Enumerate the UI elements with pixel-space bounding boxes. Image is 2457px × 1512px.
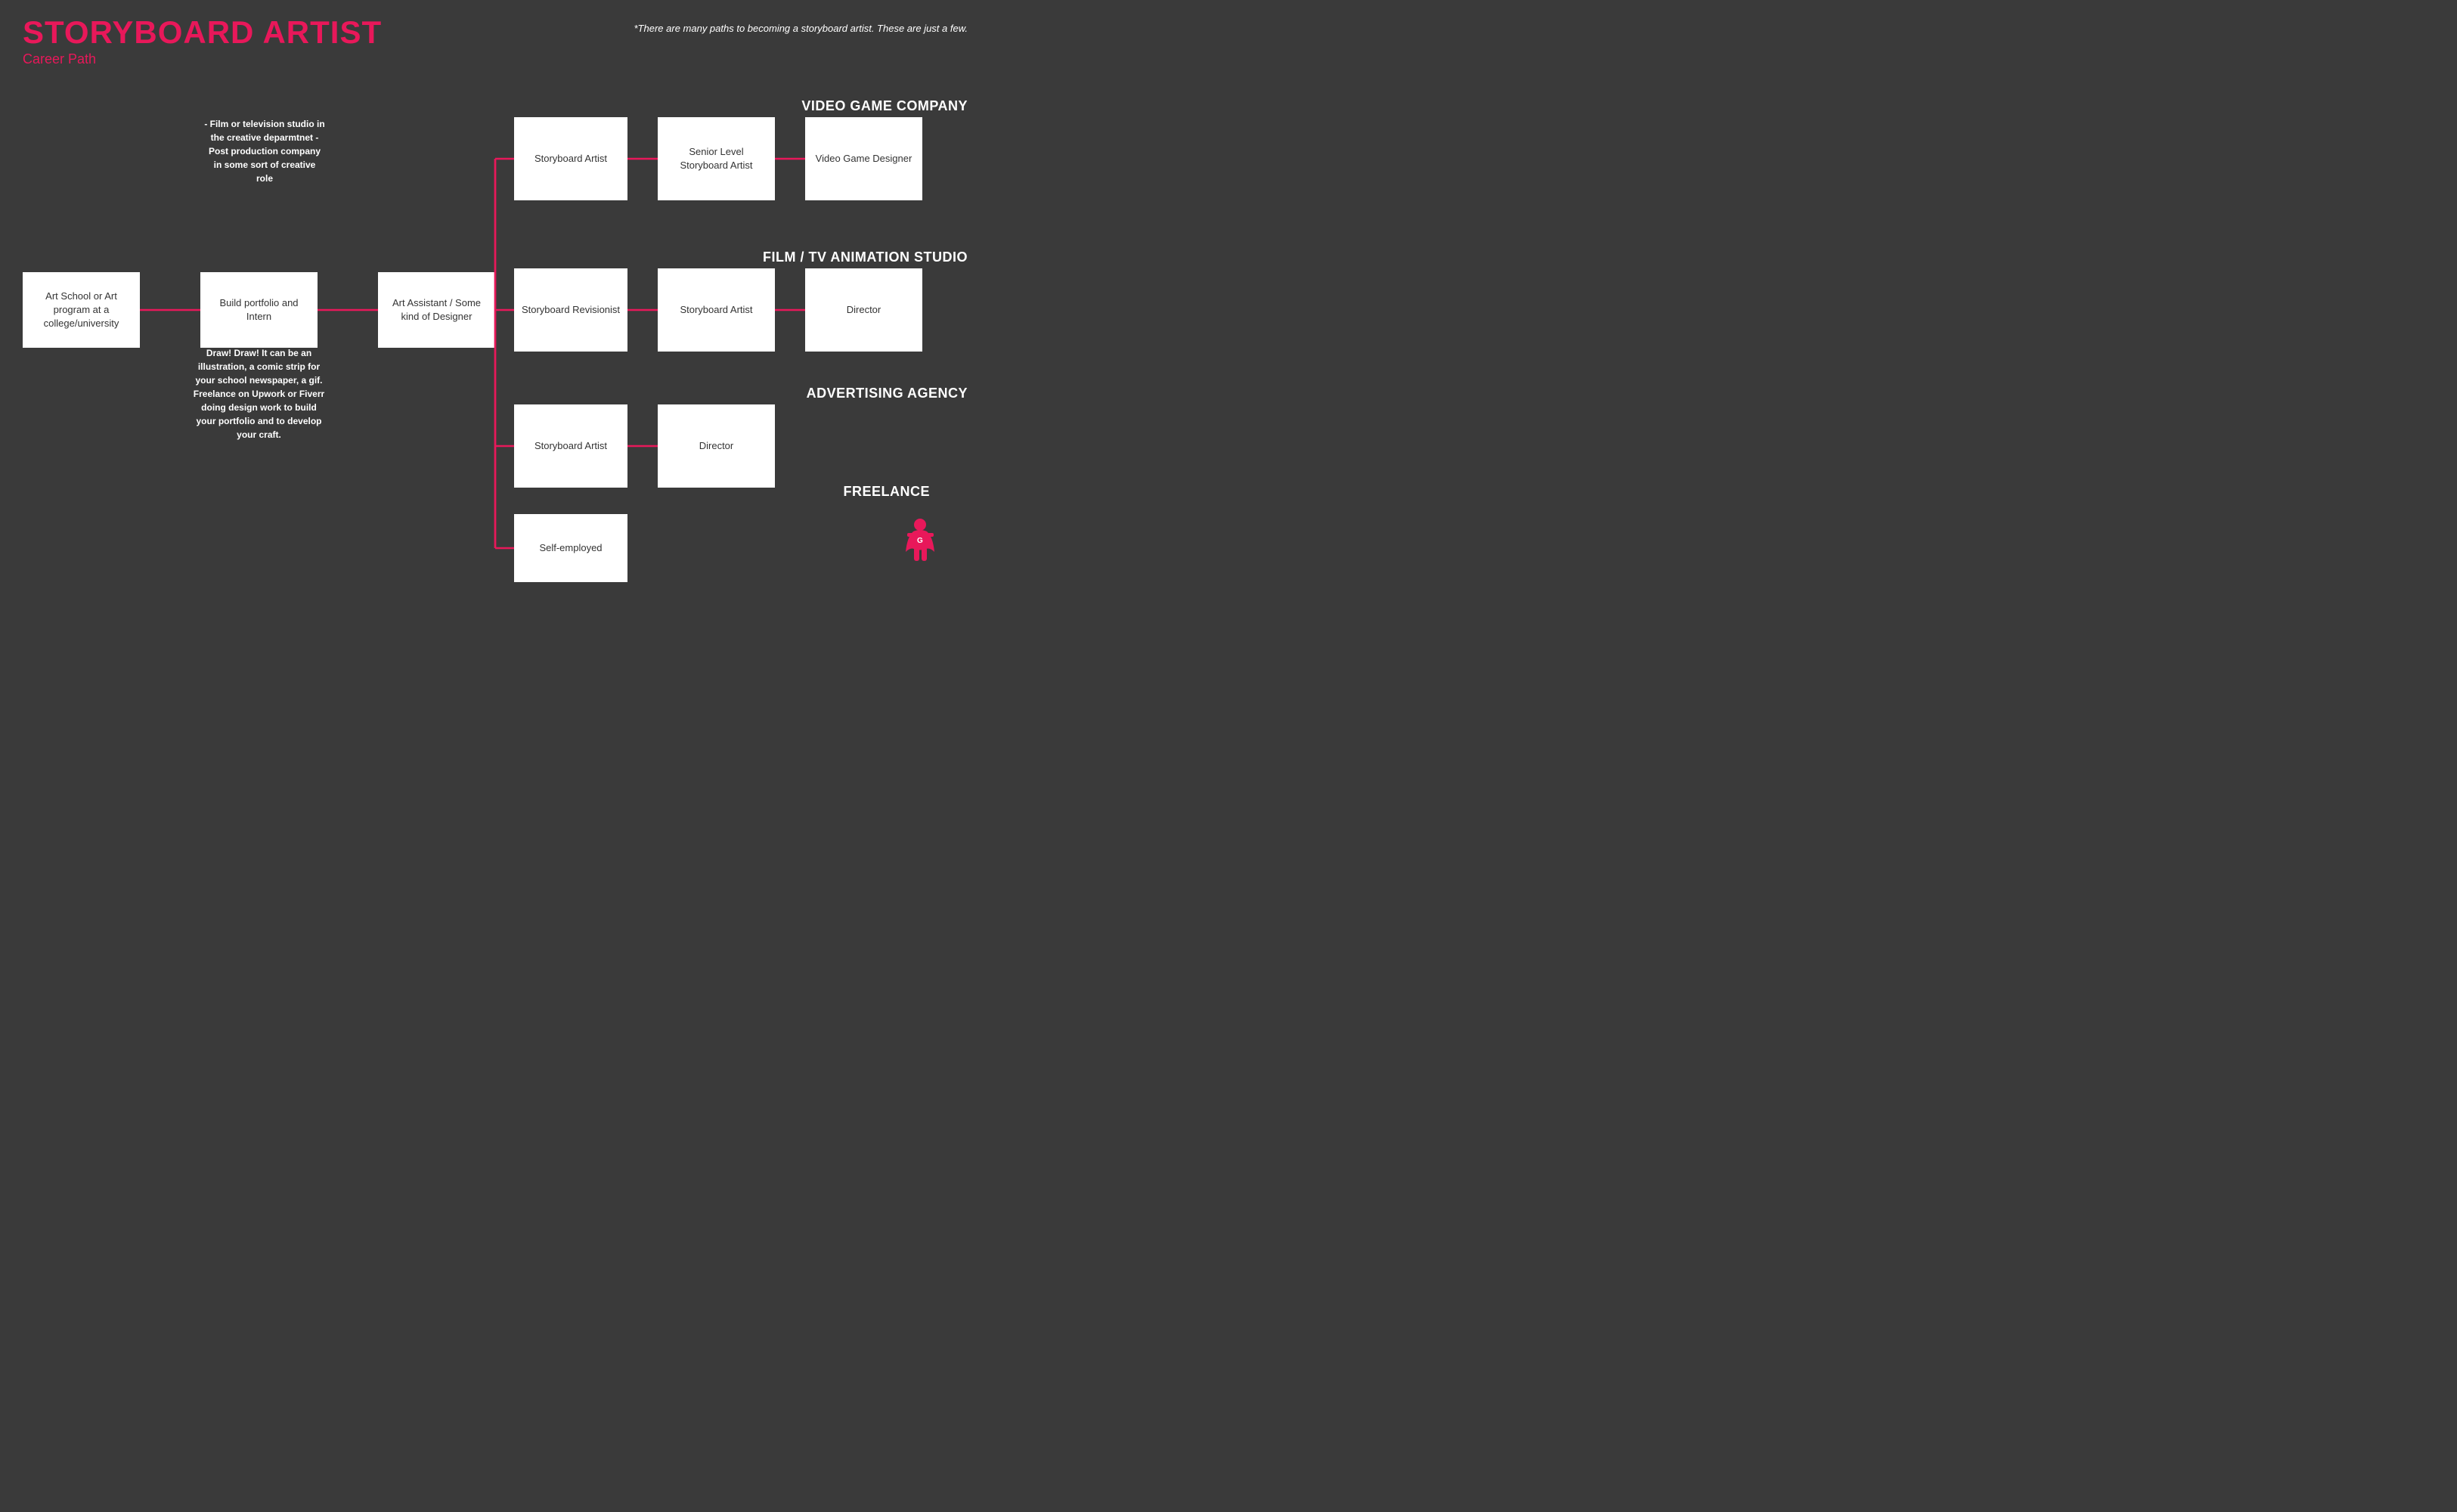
main-title: STORYBOARD ARTIST [23, 15, 382, 50]
annotation-top: - Film or television studio in the creat… [204, 117, 325, 185]
section-freelance: FREELANCE [843, 484, 930, 500]
card-build-portfolio: Build portfolio and Intern [200, 272, 318, 348]
card-storyboard-artist-vg: Storyboard Artist [514, 117, 627, 200]
card-video-game-designer: Video Game Designer [805, 117, 922, 200]
card-senior-storyboard: Senior Level Storyboard Artist [658, 117, 775, 200]
section-video-game: VIDEO GAME COMPANY [801, 98, 968, 114]
card-storyboard-artist-film: Storyboard Artist [658, 268, 775, 352]
subtitle: Career Path [23, 51, 382, 67]
card-director-film: Director [805, 268, 922, 352]
section-advertising: ADVERTISING AGENCY [807, 386, 968, 401]
card-director-adv: Director [658, 404, 775, 488]
card-storyboard-revisionist: Storyboard Revisionist [514, 268, 627, 352]
svg-text:G: G [917, 537, 923, 545]
superhero-icon: G [900, 518, 941, 567]
card-storyboard-artist-adv: Storyboard Artist [514, 404, 627, 488]
card-self-employed: Self-employed [514, 514, 627, 582]
section-film-tv: FILM / TV ANIMATION STUDIO [763, 249, 968, 265]
annotation-bottom: Create a lot of stuff. Draw! Draw! Draw!… [193, 333, 325, 442]
card-art-school: Art School or Art program at a college/u… [23, 272, 140, 348]
title-block: STORYBOARD ARTIST Career Path [23, 15, 382, 67]
card-art-assistant: Art Assistant / Some kind of Designer [378, 272, 495, 348]
disclaimer: *There are many paths to becoming a stor… [634, 23, 968, 34]
page: STORYBOARD ARTIST Career Path *There are… [0, 0, 983, 605]
